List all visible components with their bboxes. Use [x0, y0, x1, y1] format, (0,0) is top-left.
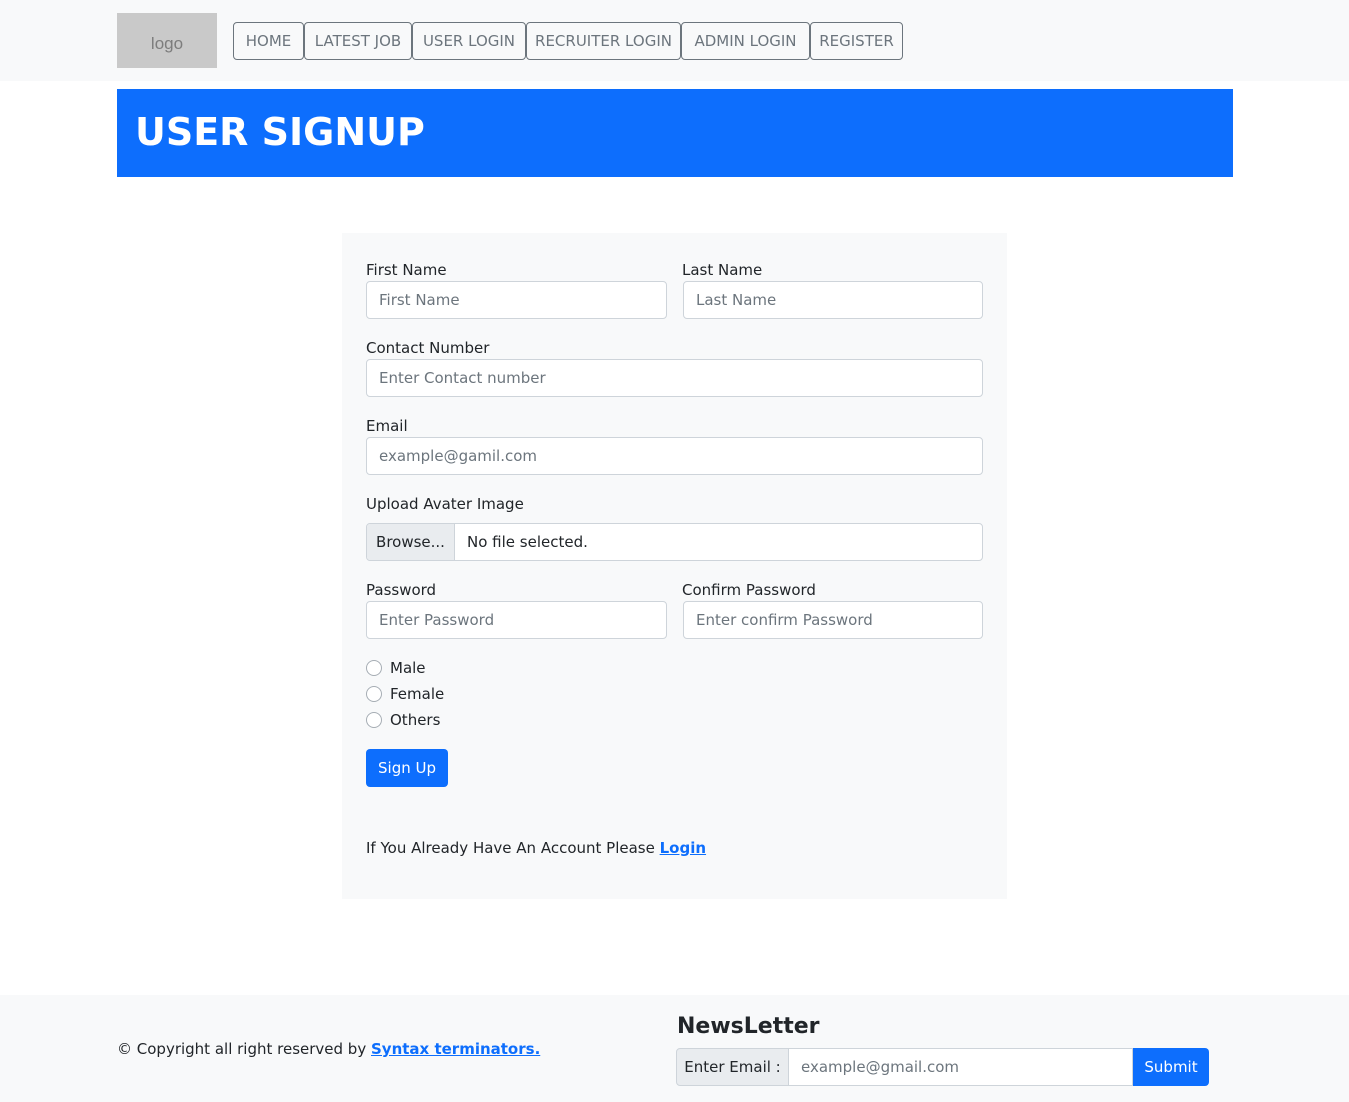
newsletter-title: NewsLetter — [677, 1014, 820, 1039]
file-status-text: No file selected. — [467, 533, 588, 551]
login-link[interactable]: Login — [660, 839, 706, 857]
contact-number-input[interactable] — [366, 359, 983, 397]
email-label: Email — [366, 417, 408, 435]
nav-admin-login-button[interactable]: ADMIN LOGIN — [681, 22, 810, 60]
email-input[interactable] — [366, 437, 983, 475]
last-name-label: Last Name — [682, 261, 763, 279]
copyright-link[interactable]: Syntax terminators. — [371, 1040, 540, 1058]
gender-radio-female[interactable]: Female — [366, 684, 444, 704]
login-prompt: If You Already Have An Account Please Lo… — [366, 838, 706, 858]
newsletter-email-label: Enter Email : — [676, 1048, 789, 1086]
login-prompt-text: If You Already Have An Account Please — [366, 839, 655, 857]
avatar-upload-label: Upload Avater Image — [366, 495, 524, 513]
signup-form: First Name Last Name Contact Number Emai… — [342, 233, 1007, 899]
nav-recruiter-login-button[interactable]: RECRUITER LOGIN — [526, 22, 681, 60]
radio-button[interactable] — [366, 660, 382, 676]
avatar-file-input[interactable]: Browse... No file selected. — [366, 523, 983, 561]
logo[interactable]: logo — [117, 13, 217, 68]
copyright-text: © Copyright all right reserved by — [117, 1040, 367, 1058]
password-label: Password — [366, 581, 437, 599]
nav-latest-job-button[interactable]: LATEST JOB — [304, 22, 412, 60]
nav-user-login-button[interactable]: USER LOGIN — [412, 22, 526, 60]
first-name-input[interactable] — [366, 281, 667, 319]
navbar: logo HOME LATEST JOB USER LOGIN RECRUITE… — [0, 0, 1349, 81]
contact-number-label: Contact Number — [366, 339, 490, 357]
newsletter-form: Enter Email : Submit — [676, 1048, 1209, 1086]
radio-button[interactable] — [366, 712, 382, 728]
gender-radio-others[interactable]: Others — [366, 710, 440, 730]
confirm-password-input[interactable] — [683, 601, 983, 639]
radio-label: Female — [390, 685, 445, 703]
radio-button[interactable] — [366, 686, 382, 702]
password-input[interactable] — [366, 601, 667, 639]
footer: © Copyright all right reserved by Syntax… — [0, 995, 1349, 1102]
confirm-password-label: Confirm Password — [682, 581, 816, 599]
copyright: © Copyright all right reserved by Syntax… — [117, 1039, 540, 1059]
radio-label: Others — [390, 711, 441, 729]
gender-radio-male[interactable]: Male — [366, 658, 426, 678]
first-name-label: First Name — [366, 261, 447, 279]
newsletter-email-input[interactable] — [789, 1048, 1133, 1086]
newsletter-submit-button[interactable]: Submit — [1133, 1048, 1209, 1086]
last-name-input[interactable] — [683, 281, 983, 319]
page-title: USER SIGNUP — [135, 110, 425, 154]
nav-home-button[interactable]: HOME — [233, 22, 304, 60]
radio-label: Male — [390, 659, 426, 677]
nav-register-button[interactable]: REGISTER — [810, 22, 903, 60]
page-banner: USER SIGNUP — [117, 89, 1233, 177]
browse-button[interactable]: Browse... — [367, 524, 455, 560]
sign-up-button[interactable]: Sign Up — [366, 749, 448, 787]
